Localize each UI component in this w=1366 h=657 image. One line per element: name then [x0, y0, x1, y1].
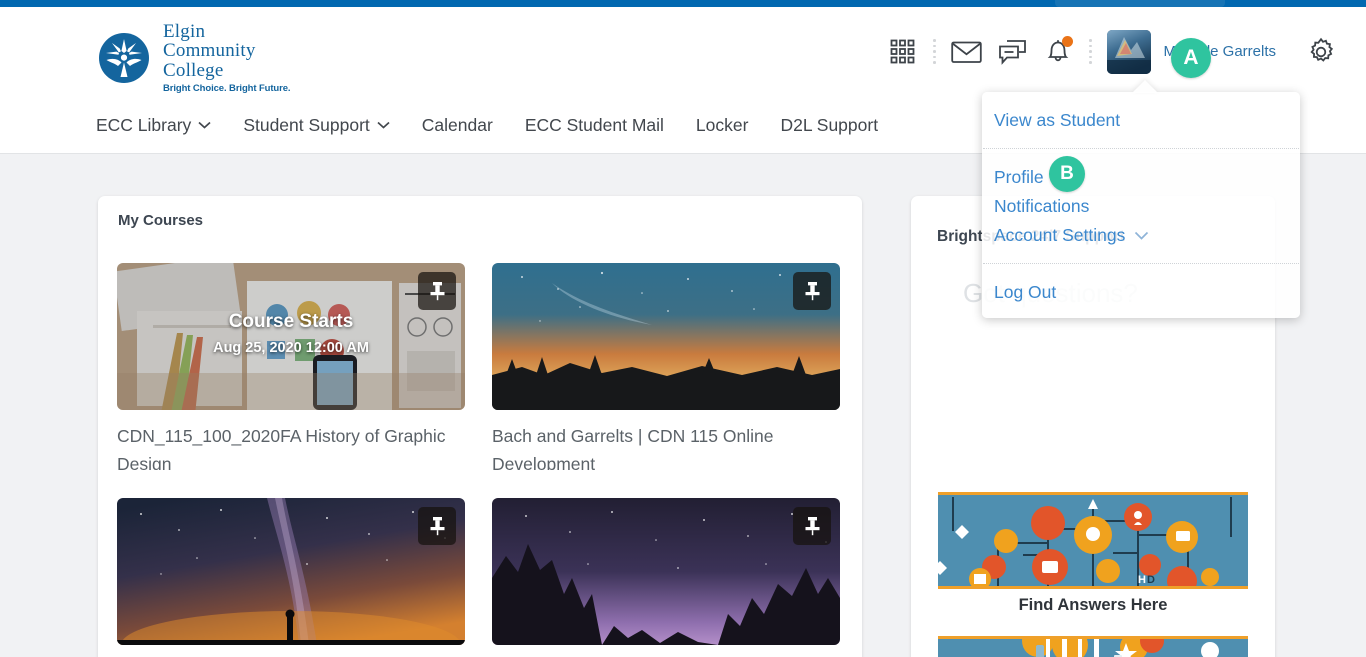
chevron-down-icon: [377, 121, 390, 129]
brand-logo[interactable]: Elgin Community College Bright Choice. B…: [98, 21, 291, 95]
site-header: Elgin Community College Bright Choice. B…: [0, 7, 1366, 96]
brand-wordmark: Elgin Community College Bright Choice. B…: [163, 21, 291, 95]
brand-tagline: Bright Choice. Bright Future.: [163, 83, 291, 95]
course-grid: Course Starts Aug 25, 2020 12:00 AM CDN_…: [117, 263, 840, 657]
my-courses-widget: My Courses Course Starts Aug 25, 2020 12…: [98, 196, 862, 657]
pushpin-glyph: [430, 282, 444, 301]
knowledge-tree-graphic: H D: [938, 495, 1248, 586]
course-thumbnail: [492, 498, 840, 645]
brand-line-3: College: [163, 59, 224, 81]
pin-icon[interactable]: [418, 507, 456, 545]
brand-line-1: Elgin: [163, 21, 206, 42]
ecc-logo-icon: [99, 32, 149, 83]
annotation-badge-a: A: [1171, 38, 1211, 78]
chevron-down-icon: [1135, 231, 1149, 240]
menu-item-notifications[interactable]: Notifications: [982, 192, 1300, 221]
pin-icon[interactable]: [418, 272, 456, 310]
course-image[interactable]: Course Starts Aug 25, 2020 12:00 AM: [117, 263, 465, 410]
nav-item-d2l-support[interactable]: D2L Support: [764, 115, 894, 136]
notification-badge: [1062, 35, 1074, 47]
nav-item-label: ECC Student Mail: [524, 114, 664, 135]
menu-item-profile[interactable]: Profile: [982, 163, 1300, 192]
nav-item-ecc-student-mail[interactable]: ECC Student Mail: [509, 115, 680, 136]
browser-top-strip: [0, 0, 1366, 7]
nav-items: ECC Library Student Support Calendar ECC…: [96, 96, 894, 154]
dropdown-group-session: Log Out: [982, 264, 1300, 320]
course-overlay-subtitle: Aug 25, 2020 12:00 AM: [213, 340, 369, 356]
dropdown-group-account: Profile Notifications Account Settings: [982, 149, 1300, 263]
pin-icon[interactable]: [793, 272, 831, 310]
course-thumbnail: [117, 498, 465, 645]
pushpin-glyph: [805, 517, 819, 536]
lightbulb-graphic: [938, 639, 1248, 657]
pin-icon[interactable]: [793, 507, 831, 545]
browser-tab-indicator: [1055, 0, 1225, 7]
lightbulb-banner[interactable]: [938, 636, 1248, 657]
nav-item-locker[interactable]: Locker: [680, 115, 765, 136]
course-overlay-text: Course Starts Aug 25, 2020 12:00 AM: [117, 311, 465, 356]
dropdown-arrow: [1132, 80, 1158, 93]
nav-item-label: Calendar: [421, 114, 493, 135]
chevron-down-icon: [198, 121, 211, 129]
course-image[interactable]: [492, 263, 840, 410]
waffle-grid-icon[interactable]: [879, 29, 925, 75]
nav-item-student-support[interactable]: Student Support: [227, 115, 405, 136]
brand-line-2: Community: [163, 40, 256, 62]
avatar-image: [1107, 29, 1152, 74]
chat-bubble-icon[interactable]: [989, 29, 1035, 75]
banner-caption: Find Answers Here: [1018, 596, 1168, 614]
course-card: Course Starts Aug 25, 2020 12:00 AM CDN_…: [117, 263, 465, 470]
course-image[interactable]: [117, 498, 465, 645]
pushpin-glyph: [430, 517, 444, 536]
gear-icon[interactable]: [1298, 29, 1344, 75]
course-card: [492, 498, 840, 657]
course-overlay-title: Course Starts: [228, 311, 354, 332]
course-image[interactable]: [492, 498, 840, 645]
menu-item-view-as-student[interactable]: View as Student: [982, 106, 1300, 135]
nav-item-label: Locker: [695, 114, 749, 135]
svg-text:H: H: [1138, 574, 1146, 586]
avatar[interactable]: [1107, 29, 1152, 74]
dropdown-group-view: View as Student: [982, 92, 1300, 148]
menu-item-label: Account Settings: [994, 225, 1126, 245]
nav-item-label: ECC Library: [96, 114, 192, 135]
menu-item-account-settings[interactable]: Account Settings: [982, 221, 1300, 250]
course-title[interactable]: CDN_115_100_2020FA History of Graphic De…: [117, 422, 465, 470]
nav-item-ecc-library[interactable]: ECC Library: [96, 115, 227, 136]
annotation-badge-b: B: [1049, 156, 1085, 192]
nav-item-label: Student Support: [243, 114, 370, 135]
nav-item-calendar[interactable]: Calendar: [406, 115, 509, 136]
pushpin-glyph: [805, 282, 819, 301]
course-title[interactable]: Bach and Garrelts | CDN 115 Online Devel…: [492, 422, 840, 470]
header-divider-dots-2: [1081, 37, 1099, 67]
course-thumbnail: [492, 263, 840, 410]
header-divider-dots: [925, 37, 943, 67]
my-courses-heading: My Courses: [118, 212, 204, 229]
nav-item-label: D2L Support: [780, 114, 879, 135]
header-actions: Michelle Garrelts: [879, 7, 1344, 96]
envelope-icon[interactable]: [943, 29, 989, 75]
account-dropdown-menu: View as Student Profile Notifications Ac…: [982, 92, 1300, 318]
course-card: [117, 498, 465, 657]
bell-icon[interactable]: [1035, 29, 1081, 75]
menu-item-log-out[interactable]: Log Out: [982, 278, 1300, 307]
page-root: Elgin Community College Bright Choice. B…: [0, 0, 1366, 657]
find-answers-banner[interactable]: H D: [938, 492, 1248, 589]
svg-text:D: D: [1147, 574, 1155, 586]
course-card: Bach and Garrelts | CDN 115 Online Devel…: [492, 263, 840, 470]
